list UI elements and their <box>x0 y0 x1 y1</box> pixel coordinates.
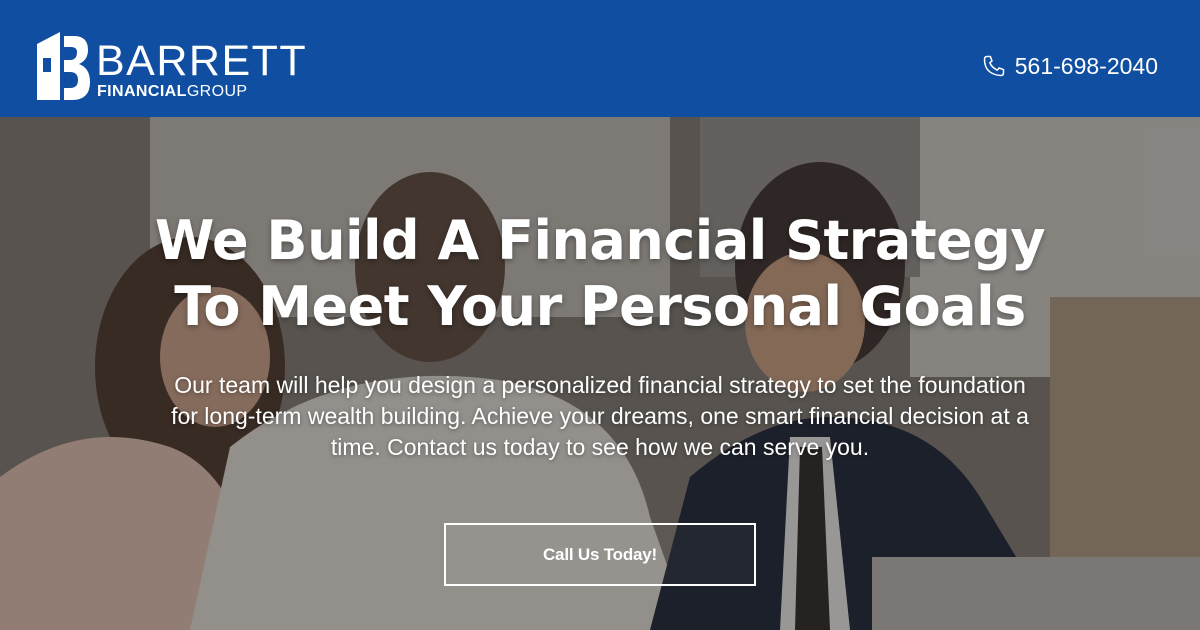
phone-link[interactable]: 561-698-2040 <box>982 52 1158 80</box>
hero-description: Our team will help you design a personal… <box>171 372 1029 460</box>
barrett-b-logo-icon <box>37 32 90 100</box>
hero-headline-line-2: To Meet Your Personal Goals <box>174 275 1026 338</box>
hero-headline: We Build A Financial Strategy To Meet Yo… <box>0 208 1200 340</box>
site-header: BARRETT FINANCIALGROUP 561-698-2040 <box>0 0 1200 117</box>
hero-headline-line-1: We Build A Financial Strategy <box>154 209 1046 272</box>
call-us-today-button[interactable]: Call Us Today! <box>444 523 756 586</box>
hero-section: We Build A Financial Strategy To Meet Yo… <box>0 117 1200 630</box>
logo-text-barrett: BARRETT <box>96 37 308 85</box>
phone-icon <box>983 55 1005 77</box>
phone-number: 561-698-2040 <box>1014 52 1158 79</box>
logo-text-financial: FINANCIAL <box>97 83 187 100</box>
logo-text-group: GROUP <box>186 83 248 100</box>
logo-text-financial-group: FINANCIALGROUP <box>97 84 247 100</box>
logo[interactable]: BARRETT FINANCIALGROUP <box>34 30 308 102</box>
